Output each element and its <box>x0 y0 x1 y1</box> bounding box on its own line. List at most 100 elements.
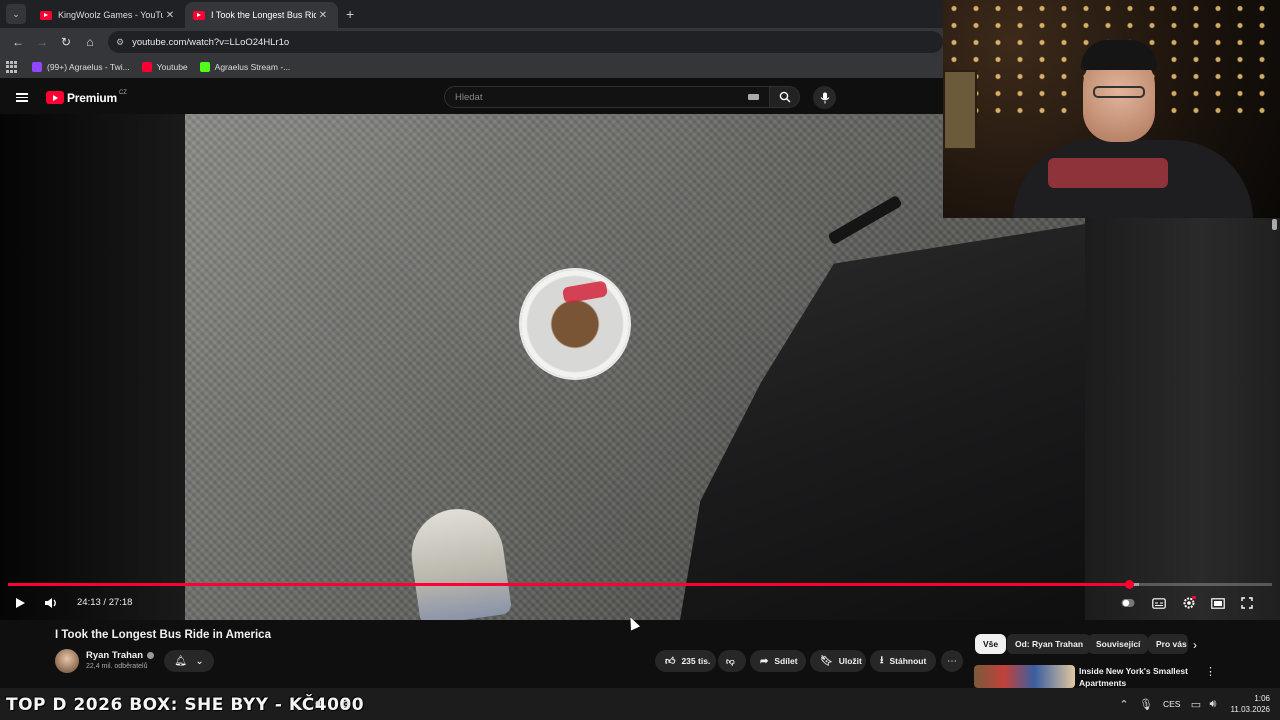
youtube-premium-logo[interactable]: Premium CZ <box>46 90 127 105</box>
back-button[interactable]: ← <box>6 30 30 54</box>
bookmark-youtube[interactable]: Youtube <box>141 62 188 72</box>
voice-search-button[interactable] <box>813 86 836 109</box>
volume-icon <box>45 598 56 608</box>
verified-icon <box>147 651 155 659</box>
clock-date: 11.03.2026 <box>1230 705 1270 714</box>
download-button[interactable]: ⭳ Stáhnout <box>870 650 936 672</box>
channel-name[interactable]: Ryan Trahan <box>86 650 155 661</box>
chip-for-you[interactable]: Pro vás <box>1148 634 1188 654</box>
more-vertical-icon[interactable]: ⋮ <box>1205 665 1216 678</box>
recommendation-title[interactable]: Inside New York's Smallest Apartments <box>1079 665 1189 689</box>
tab-title: KingWoolz Games - YouTube <box>58 10 163 20</box>
steam-icon[interactable]: ⚙ <box>338 696 354 712</box>
close-icon[interactable]: ✕ <box>163 10 177 21</box>
windows-taskbar: TOP D 2026 BOX: SHE BYY - KČ4000 ⏺ ⚙ ⌃ 🎙… <box>0 688 1280 720</box>
bookmark-icon: 🔖︎ <box>820 655 833 667</box>
chip-from-channel[interactable]: Od: Ryan Trahan <box>1007 634 1092 654</box>
bell-icon: 🔔︎ <box>174 655 187 667</box>
forward-button[interactable]: → <box>30 30 54 54</box>
channel-avatar[interactable] <box>55 649 79 673</box>
progress-bar[interactable] <box>8 580 1272 589</box>
menu-icon[interactable] <box>16 93 28 102</box>
gear-icon <box>1183 596 1196 609</box>
kick-icon <box>199 62 210 72</box>
chevron-down-icon: ⌄ <box>195 655 204 667</box>
microphone-icon[interactable]: 🎙︎ <box>1138 696 1154 712</box>
reload-button[interactable]: ↻ <box>54 30 78 54</box>
miniplayer-button[interactable] <box>1209 595 1227 611</box>
chip-related[interactable]: Související <box>1088 634 1149 654</box>
youtube-favicon-icon <box>193 10 205 20</box>
fullscreen-button[interactable] <box>1238 595 1256 611</box>
channel-name-text: Ryan Trahan <box>86 650 144 661</box>
play-button[interactable] <box>12 595 28 611</box>
chevron-right-icon[interactable]: › <box>1193 638 1197 652</box>
video-details: I Took the Longest Bus Ride in America R… <box>0 620 1280 688</box>
site-info-icon[interactable]: ⚙ <box>116 37 124 48</box>
search-input[interactable]: Hledat <box>444 86 770 108</box>
recommendation-thumbnail[interactable] <box>974 665 1075 688</box>
notifications-button[interactable]: 🔔︎ ⌄ <box>164 650 214 672</box>
subtitles-icon <box>1152 597 1166 609</box>
search-button[interactable] <box>770 86 800 108</box>
save-button[interactable]: 🔖︎ Uložit <box>810 650 866 672</box>
youtube-favicon-icon <box>40 10 52 20</box>
new-tab-button[interactable]: + <box>346 6 354 22</box>
thumbs-up-icon: 👍︎ <box>665 656 676 667</box>
page-scrollbar[interactable] <box>1272 219 1277 230</box>
share-icon: ➦ <box>760 655 769 667</box>
shirt-print <box>1048 158 1168 188</box>
volume-button[interactable] <box>42 595 60 611</box>
language-indicator[interactable]: CES <box>1163 699 1180 709</box>
autoplay-toggle[interactable] <box>1120 595 1136 611</box>
bookmark-label: (99+) Agraelus - Twi... <box>47 62 130 72</box>
browser-tab-bus-ride[interactable]: I Took the Longest Bus Ride in A ✕ <box>185 2 338 28</box>
browser-tab-kingwoolz[interactable]: KingWoolz Games - YouTube ✕ <box>32 2 185 28</box>
tab-search-button[interactable]: ⌄ <box>6 4 26 24</box>
streamer-cap <box>1081 40 1157 70</box>
time-display: 24:13 / 27:18 <box>77 597 133 608</box>
save-label: Uložit <box>838 656 862 666</box>
autoplay-icon <box>1121 599 1135 607</box>
subscriber-count: 22,4 mil. odběratelů <box>86 663 148 670</box>
like-button[interactable]: 👍︎ 235 tis. <box>655 650 716 672</box>
miniplayer-icon <box>1211 597 1225 609</box>
youtube-masthead: Premium CZ Hledat <box>0 81 943 114</box>
search-icon <box>779 91 790 103</box>
bookmark-kick[interactable]: Agraelus Stream -... <box>199 62 290 72</box>
chevron-up-icon[interactable]: ⌃ <box>1116 696 1132 712</box>
url-text: youtube.com/watch?v=LLoO24HLr1o <box>132 36 290 48</box>
bookmark-twitch[interactable]: (99+) Agraelus - Twi... <box>32 62 130 72</box>
apps-grid-icon[interactable] <box>6 61 18 73</box>
logo-text: Premium <box>67 90 117 105</box>
fullscreen-icon <box>1241 597 1253 609</box>
wall-poster <box>943 70 977 150</box>
subtitles-button[interactable] <box>1151 595 1167 611</box>
dislike-button[interactable]: 👎︎ <box>718 650 746 672</box>
thumbs-down-icon: 👎︎ <box>726 655 735 666</box>
more-actions-button[interactable]: ⋯ <box>941 650 963 672</box>
settings-button[interactable] <box>1180 595 1198 611</box>
shoe-image <box>405 503 513 620</box>
obs-icon[interactable]: ⏺ <box>310 696 326 712</box>
microphone-icon <box>820 92 829 103</box>
download-label: Stáhnout <box>889 656 927 666</box>
share-label: Sdílet <box>774 656 798 666</box>
chip-all[interactable]: Vše <box>975 634 1007 654</box>
keyboard-icon[interactable] <box>748 94 759 100</box>
speaker-icon[interactable]: 🔊︎ <box>1205 696 1221 712</box>
clock-time: 1:06 <box>1254 694 1270 703</box>
close-icon[interactable]: ✕ <box>316 10 330 21</box>
streamer-glasses <box>1093 86 1145 98</box>
bag-image <box>680 224 1085 620</box>
share-button[interactable]: ➦ Sdílet <box>750 650 806 672</box>
system-clock[interactable]: 1:06 11.03.2026 <box>1228 693 1270 715</box>
address-bar[interactable]: ⚙ youtube.com/watch?v=LLoO24HLr1o <box>108 31 943 53</box>
network-icon[interactable]: ▭ <box>1188 696 1204 712</box>
more-horizontal-icon: ⋯ <box>947 655 957 667</box>
progress-played <box>8 583 1130 586</box>
play-icon <box>16 598 25 608</box>
bag-strap-image <box>827 194 903 246</box>
browser-toolbar: ← → ↻ ⌂ ⚙ youtube.com/watch?v=LLoO24HLr1… <box>0 28 943 56</box>
home-button[interactable]: ⌂ <box>78 30 102 54</box>
